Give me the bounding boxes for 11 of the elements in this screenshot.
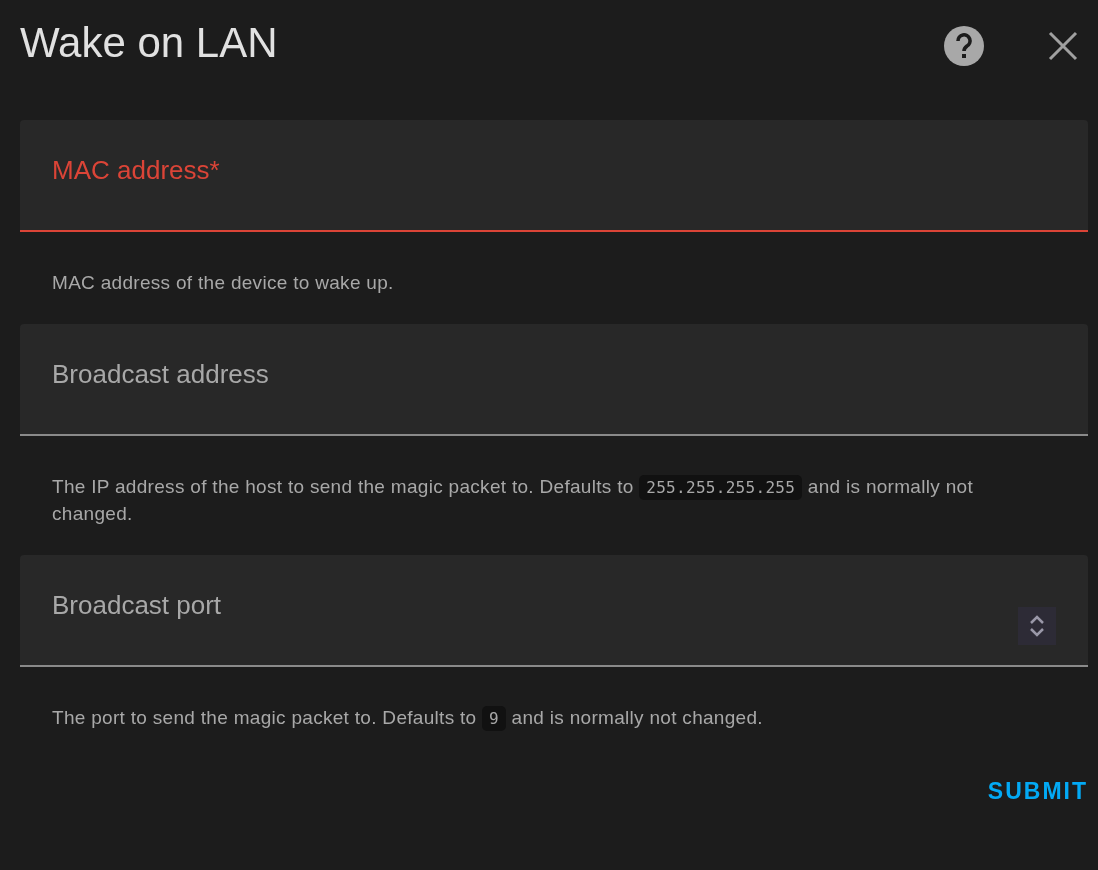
- dialog-title: Wake on LAN: [20, 19, 279, 68]
- spinner-icon[interactable]: [1018, 607, 1056, 645]
- helper-text: MAC address of the device to wake up.: [51, 271, 395, 295]
- submit-button[interactable]: SUBMIT: [987, 772, 1088, 811]
- helper-text: The port to send the magic packet to. Defaults to 9 and is normally not changed.: [20, 705, 1088, 732]
- close-icon[interactable]: [1048, 31, 1078, 61]
- helper-text: The IP address of the host to send the magic packet to. Defaults to 255.255.255.255 and is normally not changed.: [51, 474, 974, 526]
- input-field[interactable]: Broadcast address: [20, 324, 1088, 436]
- input-field[interactable]: Broadcast port: [20, 555, 1088, 667]
- help-icon[interactable]: [944, 26, 984, 66]
- input-field[interactable]: MAC address*: [20, 120, 1088, 232]
